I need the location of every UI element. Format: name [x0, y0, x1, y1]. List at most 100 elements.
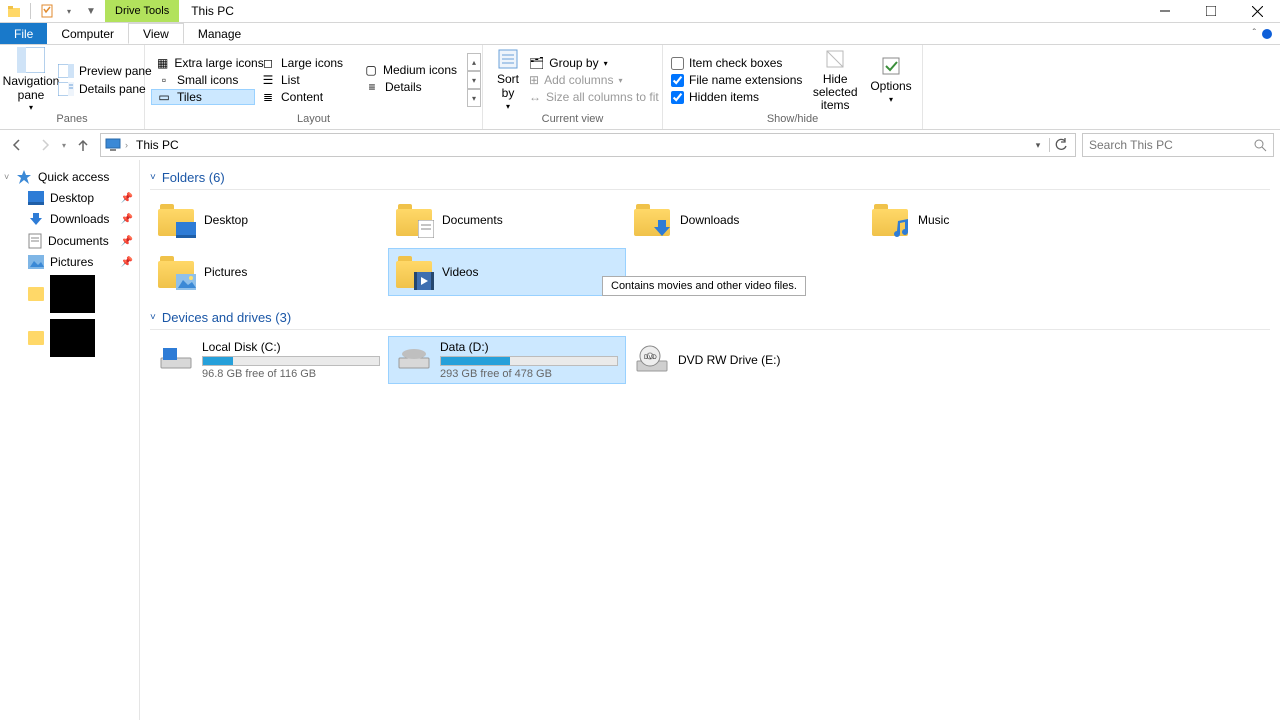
- drive-dvd-e[interactable]: DVD DVD RW Drive (E:): [626, 336, 864, 384]
- preview-pane-toggle[interactable]: Preview pane: [56, 63, 154, 79]
- preview-pane-icon: [58, 64, 74, 78]
- context-tab-label: Drive Tools: [115, 5, 169, 17]
- sort-by-button[interactable]: Sort by▾: [489, 47, 527, 113]
- sidebar: ˅ Quick access Desktop📌 Downloads📌 Docum…: [0, 160, 140, 720]
- file-extensions-toggle[interactable]: File name extensions: [669, 72, 804, 88]
- qat-overflow-icon[interactable]: ▼: [83, 3, 99, 19]
- folder-documents[interactable]: Documents: [388, 196, 626, 244]
- documents-folder-icon: [396, 204, 432, 236]
- navigation-pane-icon: [17, 47, 45, 73]
- section-folders-header[interactable]: ˅ Folders (6): [150, 166, 1270, 190]
- context-tab-drive-tools[interactable]: Drive Tools: [105, 0, 179, 22]
- sidebar-item-downloads[interactable]: Downloads📌: [2, 208, 137, 230]
- address-dropdown-icon[interactable]: ▾: [1029, 140, 1047, 151]
- layout-scroll[interactable]: ▴ ▾ ▾: [467, 47, 481, 113]
- breadcrumb-this-pc[interactable]: This PC: [132, 138, 183, 152]
- help-icon[interactable]: [1262, 29, 1272, 39]
- size-columns-icon: ↔: [529, 90, 541, 104]
- sidebar-item-pictures[interactable]: Pictures📌: [2, 252, 137, 272]
- back-button[interactable]: [6, 134, 28, 156]
- section-drives-header[interactable]: ˅ Devices and drives (3): [150, 306, 1270, 330]
- folder-label: Pictures: [204, 265, 247, 279]
- folder-music[interactable]: Music: [864, 196, 1102, 244]
- tooltip: Contains movies and other video files.: [602, 276, 806, 296]
- folder-desktop[interactable]: Desktop: [150, 196, 388, 244]
- scroll-more-icon[interactable]: ▾: [467, 89, 481, 107]
- layout-extra-large[interactable]: ▦Extra large icons: [151, 55, 255, 71]
- app-icon: [6, 3, 22, 19]
- ribbon: Navigation pane ▾ Preview pane Details p…: [0, 45, 1280, 130]
- layout-large[interactable]: ◻Large icons: [255, 55, 359, 71]
- size-columns-button: ↔Size all columns to fit: [527, 89, 661, 105]
- pin-icon: 📌: [121, 193, 133, 204]
- folder-label: Videos: [442, 265, 478, 279]
- videos-folder-icon: [396, 256, 432, 288]
- chevron-right-icon[interactable]: ›: [125, 140, 128, 150]
- layout-medium[interactable]: ▢Medium icons: [359, 62, 463, 78]
- tab-file[interactable]: File: [0, 23, 47, 44]
- tab-view[interactable]: View: [128, 23, 184, 44]
- navigation-pane-button[interactable]: Navigation pane ▾: [6, 47, 56, 113]
- hide-selected-button[interactable]: Hide selected items: [804, 47, 866, 113]
- layout-content[interactable]: ≣Content: [255, 89, 359, 105]
- folder-icon: [28, 331, 44, 345]
- redacted-label: [50, 319, 95, 357]
- group-by-button[interactable]: 🗂Group by ▾: [527, 55, 661, 71]
- hdd-icon: [158, 340, 194, 376]
- forward-button[interactable]: [34, 134, 56, 156]
- refresh-button[interactable]: [1049, 138, 1071, 152]
- scroll-up-icon[interactable]: ▴: [467, 53, 481, 71]
- layout-details[interactable]: ≡Details: [359, 79, 463, 95]
- window-title: This PC: [179, 0, 246, 22]
- ribbon-group-label: Show/hide: [669, 113, 916, 127]
- scroll-down-icon[interactable]: ▾: [467, 71, 481, 89]
- medium-icons-icon: ▢: [365, 63, 377, 77]
- sidebar-item-redacted-2[interactable]: [2, 316, 137, 360]
- folder-label: Desktop: [204, 213, 248, 227]
- xl-icons-icon: ▦: [157, 56, 168, 70]
- layout-list[interactable]: ☰List: [255, 72, 359, 88]
- options-button[interactable]: Options▾: [866, 47, 916, 113]
- separator: [30, 3, 31, 19]
- collapse-ribbon-icon[interactable]: ˆ: [1253, 28, 1256, 39]
- window-controls: [1142, 0, 1280, 22]
- sidebar-item-redacted-1[interactable]: [2, 272, 137, 316]
- maximize-button[interactable]: [1188, 0, 1234, 22]
- properties-icon[interactable]: [39, 3, 55, 19]
- hide-icon: [824, 48, 846, 70]
- drive-data-d[interactable]: Data (D:) 293 GB free of 478 GB: [388, 336, 626, 384]
- minimize-button[interactable]: [1142, 0, 1188, 22]
- folder-downloads[interactable]: Downloads: [626, 196, 864, 244]
- drive-local-c[interactable]: Local Disk (C:) 96.8 GB free of 116 GB: [150, 336, 388, 384]
- search-placeholder: Search This PC: [1089, 138, 1173, 152]
- drive-free-text: 293 GB free of 478 GB: [440, 368, 618, 380]
- layout-small[interactable]: ▫Small icons: [151, 72, 255, 88]
- chevron-down-icon: ˅: [150, 312, 156, 323]
- tab-manage[interactable]: Manage: [184, 23, 255, 44]
- sidebar-item-documents[interactable]: Documents📌: [2, 230, 137, 252]
- tab-computer[interactable]: Computer: [47, 23, 128, 44]
- sidebar-quick-access[interactable]: ˅ Quick access: [2, 166, 137, 188]
- ribbon-group-show-hide: Item check boxes File name extensions Hi…: [663, 45, 923, 129]
- chevron-down-icon[interactable]: ˅: [4, 172, 9, 182]
- up-button[interactable]: [72, 134, 94, 156]
- this-pc-icon: [105, 137, 121, 153]
- pictures-folder-icon: [158, 256, 194, 288]
- qat-dropdown-icon[interactable]: ▾: [61, 3, 77, 19]
- sidebar-item-desktop[interactable]: Desktop📌: [2, 188, 137, 208]
- ribbon-group-panes: Navigation pane ▾ Preview pane Details p…: [0, 45, 145, 129]
- layout-tiles[interactable]: ▭Tiles: [151, 89, 255, 105]
- search-box[interactable]: Search This PC: [1082, 133, 1274, 157]
- drive-label: Local Disk (C:): [202, 340, 380, 354]
- hidden-items-toggle[interactable]: Hidden items: [669, 89, 804, 105]
- ribbon-group-label: Layout: [151, 113, 476, 127]
- folder-pictures[interactable]: Pictures: [150, 248, 388, 296]
- item-checkboxes-toggle[interactable]: Item check boxes: [669, 55, 804, 71]
- breadcrumb-box[interactable]: › This PC ▾: [100, 133, 1076, 157]
- recent-dropdown-icon[interactable]: ▾: [62, 141, 66, 150]
- document-icon: [28, 233, 42, 249]
- folder-videos[interactable]: Videos: [388, 248, 626, 296]
- close-button[interactable]: [1234, 0, 1280, 22]
- details-pane-toggle[interactable]: Details pane: [56, 81, 154, 97]
- small-icons-icon: ▫: [157, 73, 171, 87]
